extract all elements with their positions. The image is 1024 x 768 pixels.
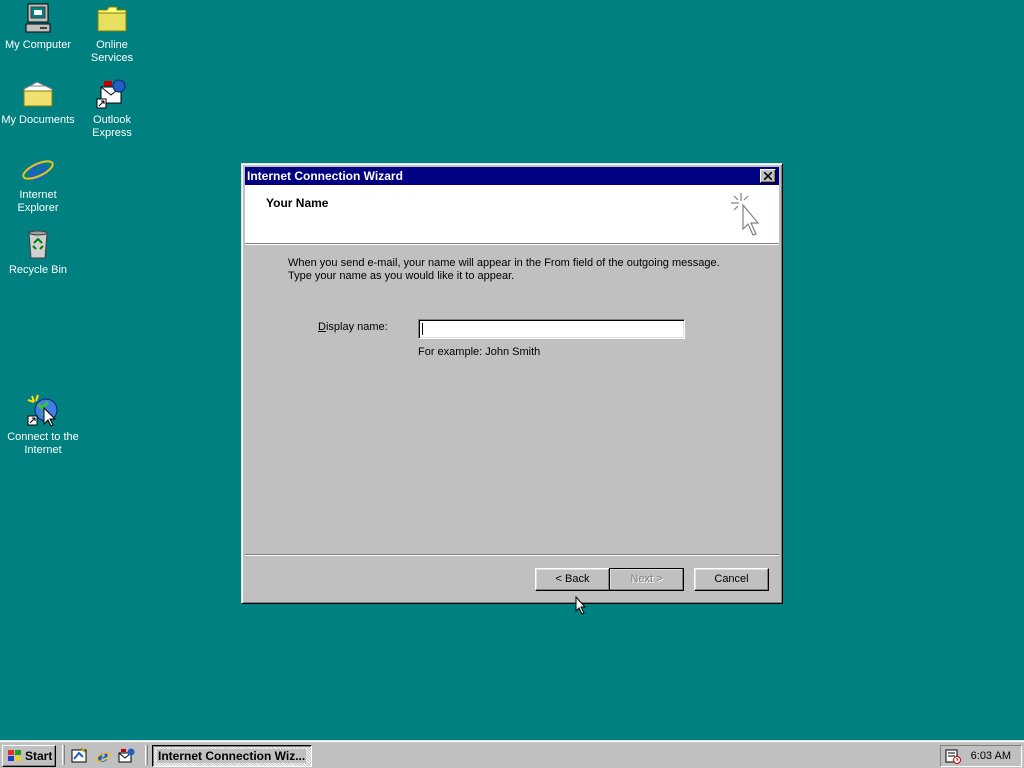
next-button[interactable]: Next > <box>609 568 684 591</box>
outlook-express-icon <box>96 79 126 109</box>
desktop-icon-label: My Documents <box>1 114 75 126</box>
mouse-pointer-icon <box>575 596 587 615</box>
desktop-icon-label: Services <box>90 52 134 64</box>
page-title: Your Name <box>266 196 329 210</box>
desktop-icon-label: Internet <box>24 444 62 456</box>
cancel-button[interactable]: Cancel <box>694 568 769 591</box>
recycle-bin-icon <box>28 230 48 259</box>
desktop-icon-online-services[interactable]: Online Services <box>74 2 150 65</box>
system-tray: 6:03 AM <box>940 745 1022 767</box>
internet-explorer-icon: e <box>22 153 54 186</box>
wizard-cursor-icon <box>731 193 760 236</box>
desktop-icon-label: Express <box>92 127 132 139</box>
header-divider <box>245 244 779 245</box>
desktop-icon-recycle-bin[interactable]: Recycle Bin <box>0 227 76 277</box>
desktop-icon-connect-to-internet[interactable]: Connect to the Internet <box>5 394 81 457</box>
desktop-icon-my-computer[interactable]: My Computer <box>0 2 76 52</box>
outlook-express-icon[interactable] <box>117 747 135 765</box>
example-hint: For example: John Smith <box>418 346 541 358</box>
internet-connection-wizard-window: Internet Connection Wizard Your Name Whe… <box>241 163 783 604</box>
desktop-icon-label: Internet <box>19 189 57 201</box>
display-name-label: Display name: <box>318 321 388 333</box>
wizard-instructions: When you send e-mail, your name will app… <box>288 257 748 283</box>
taskbar-button-label: Internet Connection Wiz... <box>157 749 307 763</box>
svg-text:e: e <box>28 153 47 186</box>
label-text: isplay name: <box>325 321 388 333</box>
button-divider <box>245 554 779 556</box>
desktop-icon-my-documents[interactable]: My Documents <box>0 77 76 127</box>
scheduler-icon[interactable] <box>945 748 961 764</box>
desktop-icon-label: Recycle Bin <box>8 264 68 276</box>
my-computer-icon <box>25 3 51 33</box>
connect-to-internet-icon <box>27 394 58 427</box>
instruction-line: Type your name as you would like it to a… <box>288 270 515 282</box>
desktop-icon-label: Outlook <box>93 114 131 126</box>
toolbar-grip[interactable] <box>145 745 148 765</box>
windows-logo-icon <box>8 750 21 761</box>
clock[interactable]: 6:03 AM <box>971 746 1011 766</box>
taskbar: Start e Internet Connection Wiz... 6:03 … <box>0 740 1024 768</box>
folder-icon <box>97 6 127 32</box>
text-caret <box>422 323 423 335</box>
instruction-line: When you send e-mail, your name will app… <box>288 257 720 269</box>
taskbar-button-wizard[interactable]: Internet Connection Wiz... <box>152 745 312 767</box>
desktop-icon-label: Explorer <box>17 202 59 214</box>
desktop-icon-label: My Computer <box>4 39 72 51</box>
show-desktop-icon[interactable] <box>70 747 88 765</box>
toolbar-grip[interactable] <box>62 745 65 765</box>
window-title: Internet Connection Wizard <box>247 169 403 183</box>
start-button[interactable]: Start <box>2 745 56 767</box>
back-button[interactable]: < Back <box>535 568 610 591</box>
wizard-header: Your Name <box>245 185 779 244</box>
desktop-icon-internet-explorer[interactable]: e Internet Explorer <box>0 152 76 215</box>
mnemonic-letter: D <box>318 321 326 333</box>
close-button[interactable] <box>760 169 776 183</box>
close-icon <box>764 172 772 180</box>
documents-folder-icon <box>23 81 53 107</box>
start-label: Start <box>25 749 53 763</box>
desktop-icon-outlook-express[interactable]: Outlook Express <box>74 77 150 140</box>
internet-explorer-icon[interactable]: e <box>94 747 112 765</box>
display-name-input[interactable] <box>418 319 685 339</box>
title-bar[interactable]: Internet Connection Wizard <box>245 167 779 185</box>
desktop-icon-label: Online <box>96 39 128 51</box>
desktop-icon-label: Connect to the <box>7 431 79 443</box>
